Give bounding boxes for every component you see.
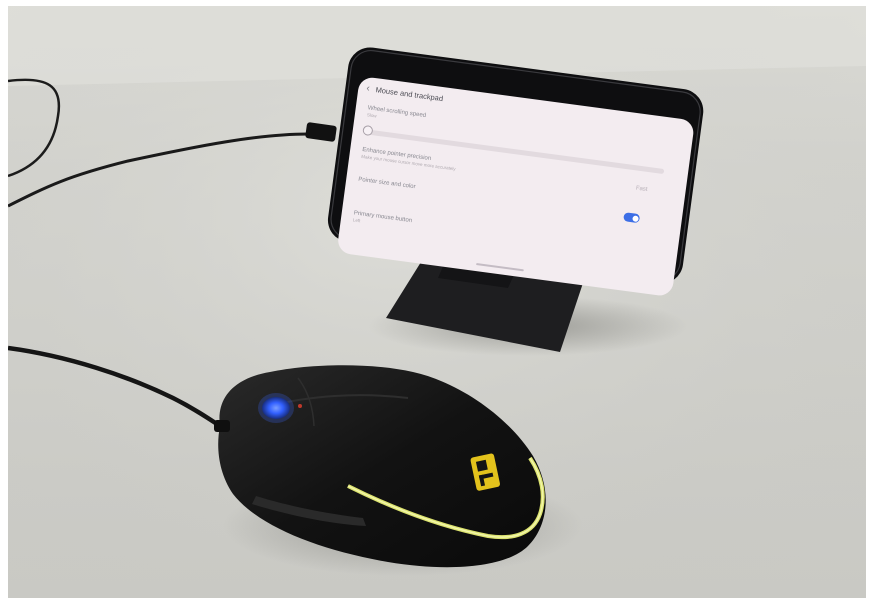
setting-label: Pointer size and color	[357, 176, 416, 191]
setting-primary-mouse-button[interactable]: Primary mouse button Left	[353, 210, 413, 230]
setting-pointer-size-and-color[interactable]: Pointer size and color	[358, 177, 416, 191]
speed-fast-label: Fast	[635, 185, 648, 193]
chevron-left-icon[interactable]: ‹	[366, 83, 371, 94]
screen-title: Mouse and trackpad	[375, 85, 444, 104]
photo: ‹ Mouse and trackpad Wheel scrolling spe…	[8, 6, 866, 598]
wheel-speed-slider[interactable]	[366, 129, 665, 175]
gesture-nav-bar[interactable]	[476, 263, 524, 272]
pointer-toggle-switch[interactable]	[623, 212, 641, 224]
screen-header: ‹ Mouse and trackpad	[366, 83, 444, 104]
setting-enhance-pointer-precision[interactable]: Enhance pointer precision Make your mous…	[361, 147, 457, 171]
setting-wheel-scrolling-speed[interactable]: Wheel scrolling speed Slow	[367, 105, 427, 125]
